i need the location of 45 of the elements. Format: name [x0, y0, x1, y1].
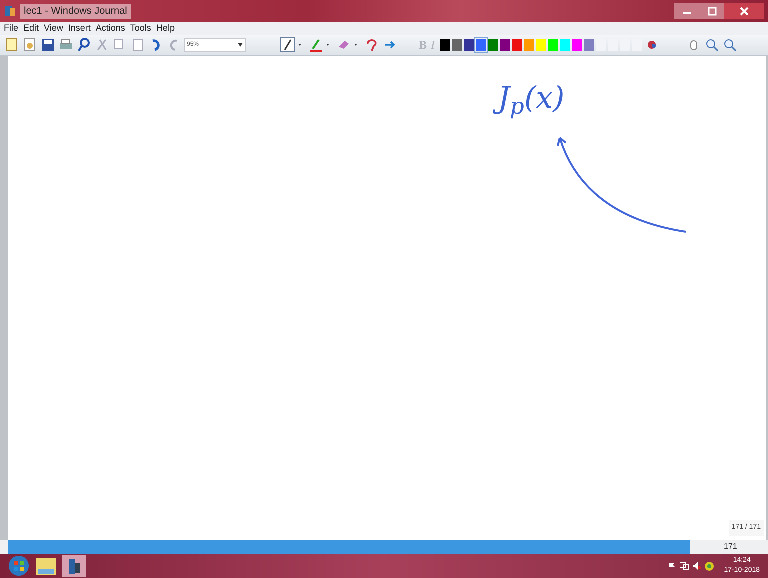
highlighter-icon[interactable] [308, 37, 324, 53]
journal-icon[interactable] [62, 555, 86, 577]
start-button[interactable] [8, 555, 30, 577]
app-icon [4, 5, 16, 17]
save-icon[interactable] [40, 37, 56, 53]
menu-item[interactable]: File [4, 24, 19, 33]
menu-item[interactable]: Edit [24, 24, 40, 33]
color-swatch[interactable] [548, 39, 558, 51]
zoom-in-icon[interactable] [704, 37, 720, 53]
close-icon [740, 6, 748, 16]
color-swatch[interactable] [572, 39, 582, 51]
menu-item[interactable]: Help [156, 24, 175, 33]
window-title: lec1 - Windows Journal [20, 4, 132, 18]
find-icon[interactable] [76, 37, 92, 53]
menu-item[interactable]: Actions [96, 24, 126, 33]
menu-item[interactable]: View [44, 24, 64, 33]
color-swatch[interactable] [452, 39, 462, 51]
color-swatch[interactable] [440, 39, 450, 51]
color-swatch[interactable] [488, 39, 498, 51]
menu-item[interactable]: Insert [68, 24, 91, 33]
menu-item[interactable]: Tools [130, 24, 152, 33]
minimize-button[interactable] [674, 3, 700, 19]
restore-icon [708, 6, 716, 16]
maximize-button[interactable] [700, 3, 724, 19]
color-swatch[interactable] [500, 39, 510, 51]
color-swatch[interactable] [524, 39, 534, 51]
color-swatch[interactable] [536, 39, 546, 51]
flag-icon[interactable] [668, 562, 676, 570]
color-swatch[interactable] [560, 39, 570, 51]
caret-icon [238, 43, 243, 47]
ink-text: J$_{p}$(x) [492, 76, 571, 125]
color-swatch[interactable] [512, 39, 522, 51]
status-icon[interactable] [705, 562, 714, 570]
network-icon[interactable] [680, 562, 690, 570]
pen-icon[interactable] [280, 37, 296, 53]
folder-icon[interactable] [34, 555, 58, 577]
color-swatch[interactable] [464, 39, 474, 51]
color-swatch[interactable] [476, 39, 486, 51]
new-note-icon[interactable] [4, 37, 20, 53]
zoom-out-icon[interactable] [722, 37, 738, 53]
volume-icon[interactable] [693, 562, 702, 570]
scroll-bar[interactable] [8, 540, 690, 554]
status-page-number: 171 [724, 541, 738, 553]
color-swatch[interactable] [584, 39, 594, 51]
close-button[interactable] [724, 3, 764, 19]
